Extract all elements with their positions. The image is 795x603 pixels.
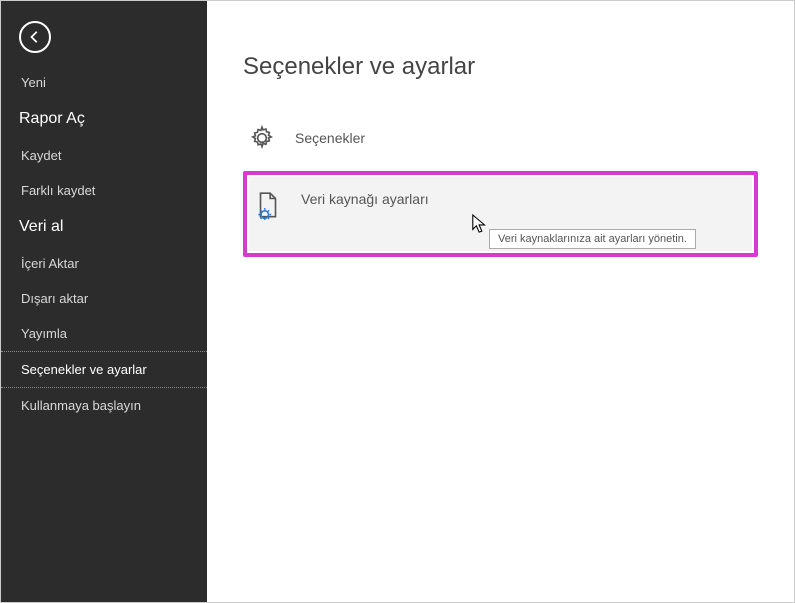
sidebar-item-get-data[interactable]: Veri al	[1, 208, 207, 246]
option-label: Seçenekler	[295, 130, 365, 146]
back-button[interactable]	[19, 21, 51, 53]
sidebar-item-options-settings[interactable]: Seçenekler ve ayarlar	[1, 351, 207, 388]
sidebar-item-get-started[interactable]: Kullanmaya başlayın	[1, 388, 207, 423]
option-options[interactable]: Seçenekler	[243, 109, 758, 167]
back-arrow-icon	[28, 30, 42, 44]
tooltip: Veri kaynaklarınıza ait ayarları yönetin…	[489, 229, 696, 249]
highlight-annotation: Veri kaynağı ayarları Veri kaynaklarınız…	[243, 171, 758, 257]
sidebar-item-open-report[interactable]: Rapor Aç	[1, 100, 207, 138]
sidebar: Yeni Rapor Aç Kaydet Farklı kaydet Veri …	[1, 1, 207, 602]
file-gear-icon	[253, 191, 283, 221]
sidebar-item-save-as[interactable]: Farklı kaydet	[1, 173, 207, 208]
sidebar-item-import[interactable]: İçeri Aktar	[1, 246, 207, 281]
cursor-icon	[471, 213, 489, 235]
page-title: Seçenekler ve ayarlar	[243, 53, 758, 81]
option-label: Veri kaynağı ayarları	[301, 191, 429, 207]
option-data-source-settings[interactable]: Veri kaynağı ayarları Veri kaynaklarınız…	[249, 177, 752, 251]
sidebar-item-publish[interactable]: Yayımla	[1, 316, 207, 351]
sidebar-item-export[interactable]: Dışarı aktar	[1, 281, 207, 316]
sidebar-item-new[interactable]: Yeni	[1, 65, 207, 100]
gear-icon	[247, 123, 277, 153]
content-area: Seçenekler ve ayarlar Seçenekler	[207, 1, 794, 602]
sidebar-item-save[interactable]: Kaydet	[1, 138, 207, 173]
